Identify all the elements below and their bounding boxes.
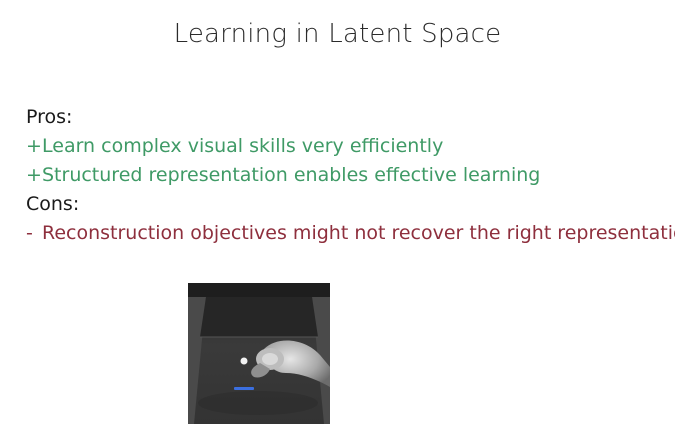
con-bullet: - [26,222,33,244]
con-item: - Reconstruction objectives might not rec… [26,219,675,248]
slide-content: Pros: +Learn complex visual skills very … [26,103,675,248]
robot-scene-image [188,283,330,424]
cons-heading: Cons: [26,193,80,215]
pro-bullet: + [26,164,42,186]
pro-text: Structured representation enables effect… [42,164,541,186]
slide-title: Learning in Latent Space [173,19,502,49]
pro-item: +Learn complex visual skills very effici… [26,132,666,161]
pro-text: Learn complex visual skills very efficie… [42,135,444,157]
pro-bullet: + [26,135,42,157]
con-text: Reconstruction objectives might not reco… [42,222,675,244]
robot-video-frame [188,283,330,424]
target-marker [234,387,254,390]
pro-item: +Structured representation enables effec… [26,161,666,190]
object-sphere [240,357,248,365]
pros-heading: Pros: [26,106,73,128]
